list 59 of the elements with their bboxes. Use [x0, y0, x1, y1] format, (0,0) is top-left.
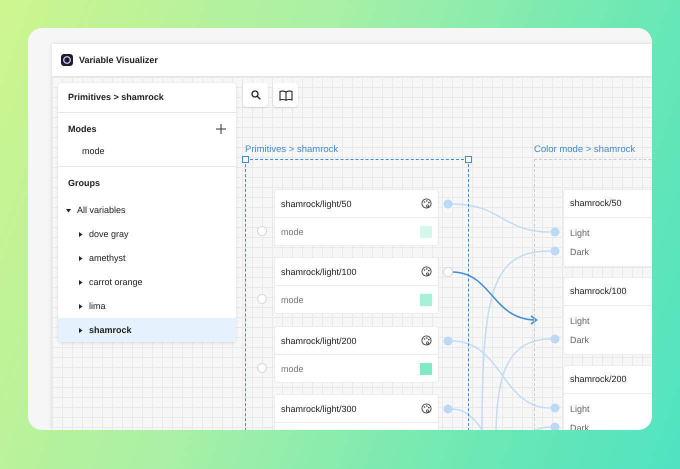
- tree-item[interactable]: amethyst: [58, 246, 236, 270]
- tree-item[interactable]: shamrock: [58, 318, 236, 342]
- variable-card[interactable]: shamrock/light/100 mode: [275, 258, 438, 313]
- caret-icon[interactable]: [78, 280, 83, 284]
- tree-item[interactable]: All variables: [58, 198, 236, 222]
- port-dot[interactable]: [550, 404, 560, 412]
- book-icon: [278, 90, 292, 100]
- add-icon[interactable]: [216, 124, 226, 134]
- variable-card[interactable]: shamrock/light/300: [275, 395, 438, 430]
- palette-icon[interactable]: [421, 403, 432, 414]
- palette-icon[interactable]: [421, 266, 432, 277]
- variable-name: shamrock/light/50: [281, 198, 352, 208]
- variable-name: shamrock/light/200: [281, 336, 357, 346]
- port-dot[interactable]: [550, 334, 560, 344]
- resize-handle[interactable]: [465, 156, 472, 163]
- modes-heading: Modes: [68, 124, 97, 134]
- resize-handle[interactable]: [242, 156, 249, 163]
- variable-name: shamrock/100: [564, 278, 652, 306]
- mode-label: mode: [281, 295, 304, 305]
- palette-icon[interactable]: [421, 198, 432, 209]
- mode-label: Light: [569, 314, 591, 328]
- mode-label: Light: [569, 402, 591, 416]
- tree-item[interactable]: dove gray: [58, 222, 236, 246]
- variable-card[interactable]: shamrock/50 Light Dark: [564, 190, 652, 266]
- tree-item[interactable]: carrot orange: [58, 270, 236, 294]
- caret-icon[interactable]: [78, 304, 83, 308]
- variable-card[interactable]: shamrock/light/50 mode: [275, 190, 438, 245]
- groups-heading: Groups: [68, 178, 100, 188]
- window-title: Variable Visualizer: [79, 55, 158, 65]
- variable-card[interactable]: shamrock/100 Light Dark: [564, 278, 652, 354]
- variable-name: shamrock/light/100: [281, 266, 357, 276]
- collection-label: Primitives > shamrock: [245, 144, 338, 155]
- port-dot[interactable]: [444, 336, 452, 346]
- collection-label: Color mode > shamrock: [534, 144, 636, 155]
- caret-icon[interactable]: [78, 232, 83, 236]
- library-button[interactable]: [273, 83, 298, 107]
- panel-title: Primitives > shamrock: [67, 91, 165, 104]
- mode-label: Dark: [569, 334, 590, 346]
- mode-label: Light: [569, 226, 591, 240]
- palette-icon[interactable]: [421, 335, 432, 346]
- mode-label: mode: [281, 227, 304, 237]
- search-button[interactable]: [243, 83, 268, 107]
- mode-label: mode: [281, 364, 304, 374]
- caret-icon[interactable]: [78, 328, 83, 332]
- variable-name: shamrock/50: [564, 190, 652, 218]
- caret-icon[interactable]: [66, 208, 71, 212]
- variable-name: shamrock/200: [564, 366, 652, 394]
- port-dot[interactable]: [444, 200, 452, 208]
- caret-icon[interactable]: [78, 256, 83, 260]
- port-dot[interactable]: [444, 404, 452, 414]
- search-icon: [250, 90, 260, 100]
- tree-item[interactable]: lima: [58, 294, 236, 318]
- port-dot[interactable]: [550, 228, 560, 236]
- mode-label: Dark: [569, 246, 590, 258]
- variable-card[interactable]: shamrock/light/200 mode: [275, 327, 438, 382]
- variable-name: shamrock/light/300: [281, 404, 357, 414]
- mode-item[interactable]: mode: [58, 140, 236, 166]
- port-dot[interactable]: [550, 246, 560, 256]
- app-logo-icon: [61, 54, 73, 66]
